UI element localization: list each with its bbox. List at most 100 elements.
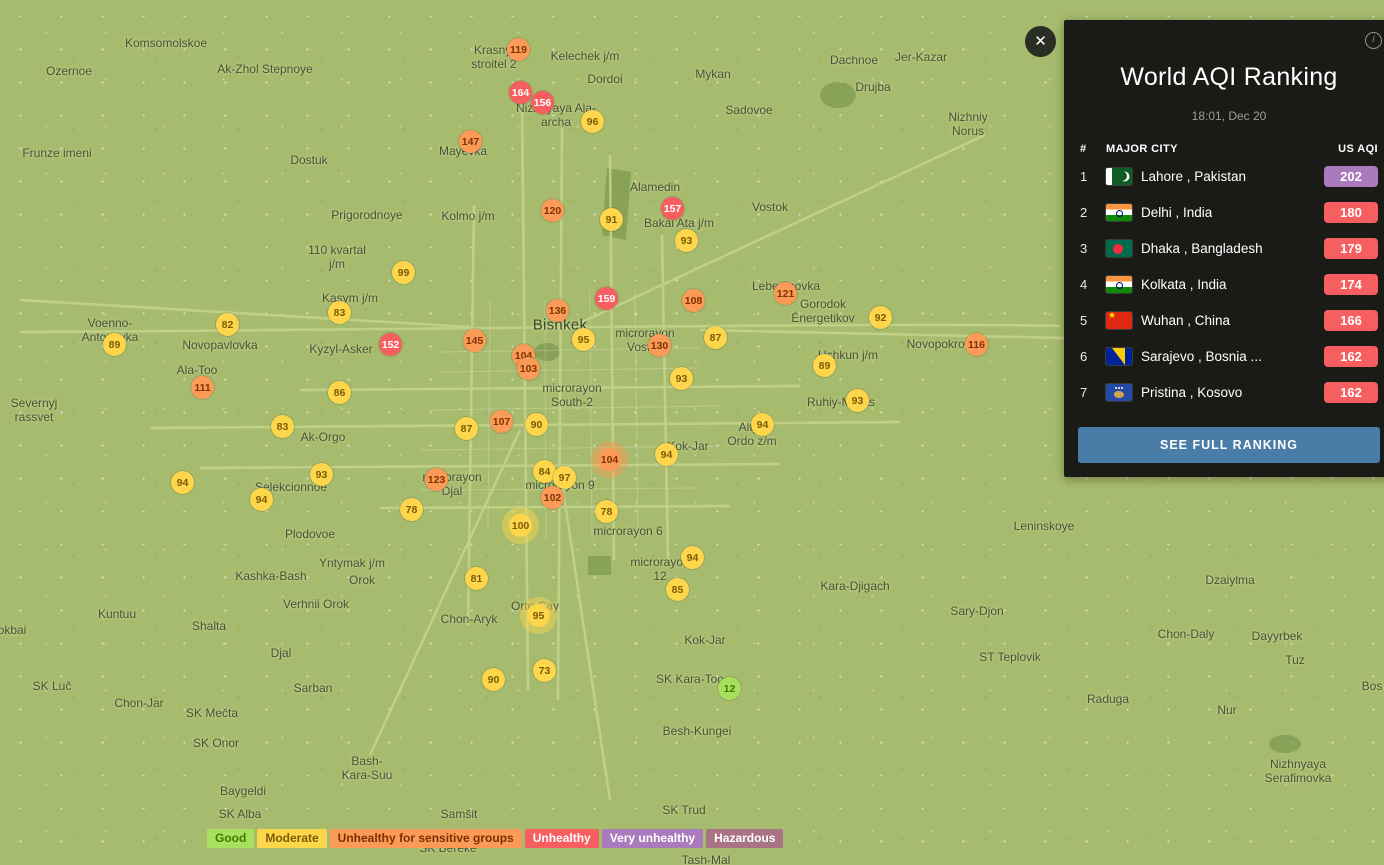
aqi-station-marker[interactable]: 164 xyxy=(509,81,532,104)
ranking-row[interactable]: 4 Kolkata , India 174 xyxy=(1078,267,1380,303)
map-place-label: Sadovoe xyxy=(725,104,772,118)
aqi-station-marker[interactable]: 86 xyxy=(328,381,351,404)
rank-number: 3 xyxy=(1080,241,1106,256)
aqi-station-marker[interactable]: 81 xyxy=(465,567,488,590)
map-place-label: Ak-Zhol Stepnoye xyxy=(217,63,312,77)
map-place-label: Vostok xyxy=(752,201,788,215)
flag-in-icon xyxy=(1106,276,1132,293)
rank-number: 7 xyxy=(1080,385,1106,400)
map-place-label: microrayon South-2 xyxy=(542,382,601,410)
aqi-station-marker[interactable]: 107 xyxy=(490,410,513,433)
aqi-station-marker[interactable]: 104 xyxy=(598,448,621,471)
aqi-station-marker[interactable]: 99 xyxy=(392,261,415,284)
aqi-station-marker[interactable]: 87 xyxy=(704,326,727,349)
ranking-row[interactable]: 3 Dhaka , Bangladesh 179 xyxy=(1078,231,1380,267)
aqi-station-marker[interactable]: 73 xyxy=(533,659,556,682)
map-place-label: Nizhniy Norus xyxy=(948,111,987,139)
aqi-station-marker[interactable]: 94 xyxy=(655,443,678,466)
rank-number: 6 xyxy=(1080,349,1106,364)
aqi-station-marker[interactable]: 108 xyxy=(682,289,705,312)
aqi-badge: 166 xyxy=(1324,310,1378,331)
aqi-station-marker[interactable]: 156 xyxy=(531,91,554,114)
ranking-row[interactable]: 2 Delhi , India 180 xyxy=(1078,195,1380,231)
map-place-label: Verhnii Orok xyxy=(283,598,349,612)
aqi-station-marker[interactable]: 116 xyxy=(965,333,988,356)
aqi-station-marker[interactable]: 87 xyxy=(455,417,478,440)
aqi-station-marker[interactable]: 119 xyxy=(507,38,530,61)
map-place-label: ST Teplovik xyxy=(979,651,1041,665)
aqi-station-marker[interactable]: 100 xyxy=(509,514,532,537)
ranking-row[interactable]: 5 Wuhan , China 166 xyxy=(1078,303,1380,339)
aqi-station-marker[interactable]: 103 xyxy=(517,357,540,380)
map-place-label: SK Trud xyxy=(662,804,705,818)
map-place-label: SK Luč xyxy=(33,680,72,694)
map-place-label: Ozernoe xyxy=(46,65,92,79)
map-place-label: Kara-Djigach xyxy=(820,580,889,594)
map-place-label: Raduga xyxy=(1087,693,1129,707)
aqi-badge: 180 xyxy=(1324,202,1378,223)
aqi-station-marker[interactable]: 97 xyxy=(553,466,576,489)
aqi-station-marker[interactable]: 102 xyxy=(541,486,564,509)
aqi-station-marker[interactable]: 82 xyxy=(216,313,239,336)
aqi-station-marker[interactable]: 159 xyxy=(595,287,618,310)
aqi-station-marker[interactable]: 90 xyxy=(482,668,505,691)
aqi-station-marker[interactable]: 91 xyxy=(600,208,623,231)
see-full-ranking-button[interactable]: SEE FULL RANKING xyxy=(1078,427,1380,463)
aqi-station-marker[interactable]: 136 xyxy=(546,299,569,322)
info-icon[interactable]: i xyxy=(1365,32,1382,49)
map-place-label: Tokbai xyxy=(0,624,26,638)
aqi-station-marker[interactable]: 152 xyxy=(379,333,402,356)
aqi-station-marker[interactable]: 157 xyxy=(661,197,684,220)
aqi-station-marker[interactable]: 111 xyxy=(191,376,214,399)
aqi-station-marker[interactable]: 78 xyxy=(595,500,618,523)
aqi-station-marker[interactable]: 93 xyxy=(310,463,333,486)
aqi-station-marker[interactable]: 78 xyxy=(400,498,423,521)
aqi-station-marker[interactable]: 89 xyxy=(813,354,836,377)
map-place-label: Tash-Mal xyxy=(682,854,731,865)
aqi-station-marker[interactable]: 94 xyxy=(751,413,774,436)
ranking-row[interactable]: 7 Pristina , Kosovo 162 xyxy=(1078,375,1380,411)
city-name: Lahore , Pakistan xyxy=(1141,169,1246,184)
aqi-station-marker[interactable]: 85 xyxy=(666,578,689,601)
ranking-row[interactable]: 1 Lahore , Pakistan 202 xyxy=(1078,159,1380,195)
map-place-label: microrayon 6 xyxy=(593,525,662,539)
map-place-label: SK Onor xyxy=(193,737,239,751)
city-name: Dhaka , Bangladesh xyxy=(1141,241,1263,256)
map-place-label: Frunze imeni xyxy=(22,147,91,161)
aqi-station-marker[interactable]: 147 xyxy=(459,130,482,153)
aqi-station-marker[interactable]: 94 xyxy=(171,471,194,494)
aqi-station-marker[interactable]: 145 xyxy=(463,329,486,352)
aqi-station-marker[interactable]: 83 xyxy=(328,301,351,324)
column-rank: # xyxy=(1080,143,1106,155)
aqi-station-marker[interactable]: 94 xyxy=(250,488,273,511)
aqi-station-marker[interactable]: 89 xyxy=(103,333,126,356)
map-place-label: Kyzyl-Asker xyxy=(309,343,372,357)
map-place-label: Kolmo j/m xyxy=(441,210,494,224)
map-place-label: Ak-Orgo xyxy=(301,431,346,445)
aqi-station-marker[interactable]: 130 xyxy=(648,334,671,357)
ranking-row[interactable]: 6 Sarajevo , Bosnia ... 162 xyxy=(1078,339,1380,375)
map-place-label: Nizhnyaya Serafimovka xyxy=(1265,758,1332,786)
map-place-label: Dachnoe xyxy=(830,54,878,68)
aqi-station-marker[interactable]: 90 xyxy=(525,413,548,436)
aqi-station-marker[interactable]: 96 xyxy=(581,110,604,133)
rank-number: 2 xyxy=(1080,205,1106,220)
aqi-station-marker[interactable]: 93 xyxy=(670,367,693,390)
aqi-station-marker[interactable]: 95 xyxy=(572,328,595,351)
aqi-station-marker[interactable]: 120 xyxy=(541,199,564,222)
map-place-label: Samšit xyxy=(441,808,478,822)
aqi-station-marker[interactable]: 123 xyxy=(425,468,448,491)
close-panel-button[interactable]: ✕ xyxy=(1025,26,1056,57)
aqi-station-marker[interactable]: 121 xyxy=(774,282,797,305)
aqi-station-marker[interactable]: 94 xyxy=(681,546,704,569)
aqi-station-marker[interactable]: 95 xyxy=(527,604,550,627)
map-place-label: Dayyrbek xyxy=(1252,630,1303,644)
aqi-station-marker[interactable]: 92 xyxy=(869,306,892,329)
map-place-label: Prigorodnoye xyxy=(331,209,402,223)
aqi-station-marker[interactable]: 93 xyxy=(675,229,698,252)
aqi-station-marker[interactable]: 12 xyxy=(718,677,741,700)
aqi-badge: 179 xyxy=(1324,238,1378,259)
map-place-label: Mykan xyxy=(695,68,730,82)
aqi-station-marker[interactable]: 83 xyxy=(271,415,294,438)
aqi-station-marker[interactable]: 93 xyxy=(846,389,869,412)
